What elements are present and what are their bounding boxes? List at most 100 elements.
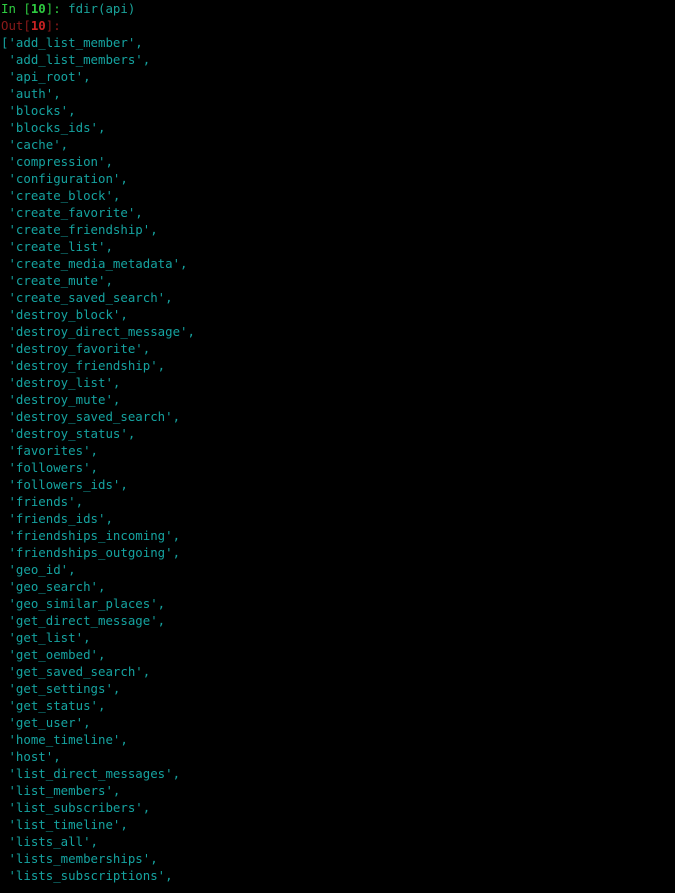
output-list-item: 'home_timeline', bbox=[0, 731, 675, 748]
output-list-item-text: 'destroy_friendship', bbox=[8, 358, 166, 373]
output-list-item-text: 'create_friendship', bbox=[8, 222, 158, 237]
output-list-item: 'destroy_saved_search', bbox=[0, 408, 675, 425]
in-prompt-number: 10 bbox=[30, 1, 46, 16]
output-list-item-text: 'lists_all', bbox=[8, 834, 98, 849]
output-list-item: 'get_status', bbox=[0, 697, 675, 714]
out-prompt-number: 10 bbox=[30, 18, 46, 33]
output-list-item: 'get_saved_search', bbox=[0, 663, 675, 680]
output-list-item: 'lists_memberships', bbox=[0, 850, 675, 867]
output-list-item-text: 'get_list', bbox=[8, 630, 91, 645]
output-list-item-text: 'get_saved_search', bbox=[8, 664, 151, 679]
output-list-item: 'api_root', bbox=[0, 68, 675, 85]
output-list-item-text: 'list_subscribers', bbox=[8, 800, 151, 815]
output-list-item: 'friendships_outgoing', bbox=[0, 544, 675, 561]
output-list-item-text: 'lists_subscriptions', bbox=[8, 868, 173, 883]
output-list-item: 'destroy_direct_message', bbox=[0, 323, 675, 340]
output-list-item-text: 'create_mute', bbox=[8, 273, 113, 288]
output-list-item-text: 'create_list', bbox=[8, 239, 113, 254]
output-prompt-line: Out[10]: bbox=[0, 17, 675, 34]
input-prompt-line: In [10]: fdir(api) bbox=[0, 0, 675, 17]
output-list-item-text: 'followers', bbox=[8, 460, 98, 475]
output-list-item-text: 'create_media_metadata', bbox=[8, 256, 188, 271]
output-list-item: 'blocks', bbox=[0, 102, 675, 119]
output-list-item-text: 'home_timeline', bbox=[8, 732, 128, 747]
output-list-item: 'destroy_status', bbox=[0, 425, 675, 442]
output-list-item-text: 'get_direct_message', bbox=[8, 613, 166, 628]
output-list-item: 'get_direct_message', bbox=[0, 612, 675, 629]
output-list-item: 'destroy_block', bbox=[0, 306, 675, 323]
output-list-item: 'blocks_ids', bbox=[0, 119, 675, 136]
output-list-item-text: 'friends', bbox=[8, 494, 84, 509]
output-list-item: 'create_mute', bbox=[0, 272, 675, 289]
output-list-item-text: 'destroy_mute', bbox=[8, 392, 121, 407]
output-list-item-text: 'destroy_list', bbox=[8, 375, 121, 390]
output-list-item-text: 'destroy_favorite', bbox=[8, 341, 151, 356]
output-list-item-text: 'friendships_outgoing', bbox=[8, 545, 181, 560]
output-list-item: 'cache', bbox=[0, 136, 675, 153]
output-list-item: 'destroy_friendship', bbox=[0, 357, 675, 374]
out-prompt-prefix: Out[ bbox=[1, 18, 31, 33]
output-list-item-text: 'friends_ids', bbox=[8, 511, 113, 526]
output-list-item-text: 'friendships_incoming', bbox=[8, 528, 181, 543]
output-list-item: 'host', bbox=[0, 748, 675, 765]
output-list-item: 'get_list', bbox=[0, 629, 675, 646]
output-list-item: 'geo_similar_places', bbox=[0, 595, 675, 612]
output-list-item: 'list_direct_messages', bbox=[0, 765, 675, 782]
output-list-item: 'destroy_favorite', bbox=[0, 340, 675, 357]
output-list-item: 'favorites', bbox=[0, 442, 675, 459]
output-list-item: 'lists_subscriptions', bbox=[0, 867, 675, 884]
output-list-item-text: 'destroy_block', bbox=[8, 307, 128, 322]
output-list-item: 'friends', bbox=[0, 493, 675, 510]
output-list-item-text: 'create_block', bbox=[8, 188, 121, 203]
output-list-item-text: 'host', bbox=[8, 749, 61, 764]
output-list-item: 'get_user', bbox=[0, 714, 675, 731]
output-list-item: 'friendships_incoming', bbox=[0, 527, 675, 544]
output-list-item: 'create_media_metadata', bbox=[0, 255, 675, 272]
output-list-item-text: 'configuration', bbox=[8, 171, 128, 186]
output-list-item: ['add_list_member', bbox=[0, 34, 675, 51]
output-list-item-text: 'followers_ids', bbox=[8, 477, 128, 492]
output-list-item-text: 'create_favorite', bbox=[8, 205, 143, 220]
output-list-item: 'compression', bbox=[0, 153, 675, 170]
output-list-item-text: 'create_saved_search', bbox=[8, 290, 173, 305]
output-list-item-text: 'get_oembed', bbox=[8, 647, 106, 662]
output-list-item-text: 'api_root', bbox=[8, 69, 91, 84]
output-list-item-text: 'list_direct_messages', bbox=[8, 766, 181, 781]
output-list-item-text: 'favorites', bbox=[8, 443, 98, 458]
output-list-item: 'geo_id', bbox=[0, 561, 675, 578]
output-list-item-text: 'auth', bbox=[8, 86, 61, 101]
input-command[interactable]: fdir(api) bbox=[61, 1, 135, 16]
output-list-item: 'configuration', bbox=[0, 170, 675, 187]
in-prompt-suffix: ]: bbox=[45, 1, 61, 16]
output-list-item: 'get_settings', bbox=[0, 680, 675, 697]
output-list-item-text: 'lists_memberships', bbox=[8, 851, 158, 866]
output-list-item: 'followers', bbox=[0, 459, 675, 476]
output-list-item: 'geo_search', bbox=[0, 578, 675, 595]
output-list-item-text: 'geo_search', bbox=[8, 579, 106, 594]
output-list-item: 'friends_ids', bbox=[0, 510, 675, 527]
output-list-item-text: 'get_status', bbox=[8, 698, 106, 713]
output-list-item: 'destroy_list', bbox=[0, 374, 675, 391]
output-list-item-text: 'blocks', bbox=[8, 103, 76, 118]
output-list-item-text: 'geo_similar_places', bbox=[8, 596, 166, 611]
output-list-item-text: 'destroy_saved_search', bbox=[8, 409, 181, 424]
output-list-item: 'get_oembed', bbox=[0, 646, 675, 663]
output-list-item: 'create_block', bbox=[0, 187, 675, 204]
output-list-item: 'create_friendship', bbox=[0, 221, 675, 238]
output-list-item: 'list_members', bbox=[0, 782, 675, 799]
output-list-item: 'followers_ids', bbox=[0, 476, 675, 493]
output-list-item-text: 'destroy_status', bbox=[8, 426, 136, 441]
output-list-item-text: 'get_settings', bbox=[8, 681, 121, 696]
output-list-item-text: 'cache', bbox=[8, 137, 69, 152]
terminal-console[interactable]: In [10]: fdir(api) Out[10]: ['add_list_m… bbox=[0, 0, 675, 893]
output-list-item: 'auth', bbox=[0, 85, 675, 102]
output-list-item-text: 'geo_id', bbox=[8, 562, 76, 577]
output-list-item-text: 'get_user', bbox=[8, 715, 91, 730]
output-list-item: 'lists_all', bbox=[0, 833, 675, 850]
output-list: ['add_list_member', 'add_list_members', … bbox=[0, 34, 675, 884]
output-list-item-text: 'add_list_members', bbox=[8, 52, 151, 67]
output-list-item-text: 'blocks_ids', bbox=[8, 120, 106, 135]
output-list-item: 'list_timeline', bbox=[0, 816, 675, 833]
output-list-item: 'add_list_members', bbox=[0, 51, 675, 68]
output-list-item: 'create_favorite', bbox=[0, 204, 675, 221]
